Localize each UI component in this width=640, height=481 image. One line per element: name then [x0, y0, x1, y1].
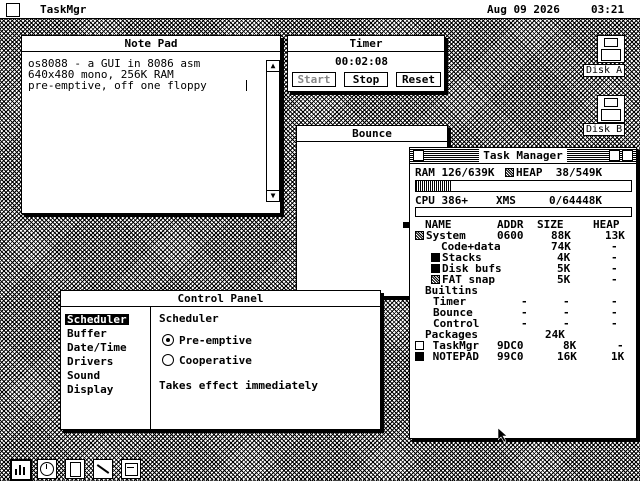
- taskmgr-window: Task Manager RAM 126/639K HEAP 38/549K C…: [409, 147, 637, 439]
- paint-icon[interactable]: [93, 459, 113, 479]
- notepad-icon[interactable]: [65, 459, 85, 479]
- task-heap: 1K: [611, 350, 625, 363]
- taskmgr-title: Task Manager: [479, 149, 567, 162]
- task-addr: 99C0: [497, 350, 524, 363]
- notepad-titlebar[interactable]: Note Pad: [22, 36, 280, 52]
- notepad-window: Note Pad os8088 - a GUI in 8086 asm 640x…: [21, 35, 281, 214]
- radio-preemptive-label[interactable]: Pre-emptive: [179, 335, 252, 346]
- menu-bar: TaskMgr Aug 09 2026 03:21: [0, 0, 640, 19]
- ram-bar-used: [416, 181, 452, 191]
- heap-icon: [505, 168, 514, 177]
- scroll-down-icon[interactable]: ▼: [267, 190, 279, 201]
- heap-usage: HEAP 38/549K: [516, 166, 603, 179]
- timer-elapsed: 00:02:08: [335, 55, 388, 68]
- ram-bar: [415, 180, 632, 192]
- notepad-title: Note Pad: [120, 37, 182, 50]
- bounce-title: Bounce: [348, 127, 396, 140]
- kill-box-icon[interactable]: [415, 341, 424, 350]
- timer-window: Timer 00:02:08 Start Stop Reset: [287, 35, 445, 92]
- disk-a-icon[interactable]: [597, 35, 625, 63]
- sidebar-item-scheduler[interactable]: Scheduler: [65, 314, 129, 325]
- kill-box-icon[interactable]: [415, 352, 424, 361]
- disk-b-icon[interactable]: [597, 95, 625, 123]
- collapse-box-icon[interactable]: [609, 150, 620, 161]
- task-addr: 0600: [497, 229, 524, 242]
- control-icon[interactable]: [121, 459, 141, 479]
- system-menu-icon[interactable]: [6, 3, 20, 17]
- sidebar-item-display[interactable]: Display: [67, 384, 113, 395]
- timer-start-button[interactable]: Start: [292, 72, 336, 87]
- menubar-time: 03:21: [591, 3, 625, 16]
- block-icon: [431, 253, 440, 262]
- task-addr: -: [521, 317, 528, 330]
- control-title: Control Panel: [173, 292, 268, 305]
- timer-title: Timer: [345, 37, 387, 50]
- app-menu[interactable]: TaskMgr: [40, 3, 86, 16]
- taskmgr-titlebar[interactable]: Task Manager: [410, 148, 636, 164]
- sidebar-item-sound[interactable]: Sound: [67, 370, 100, 381]
- mouse-cursor-icon: [498, 428, 508, 442]
- cpu-type: CPU 386+: [415, 194, 468, 207]
- task-heap: -: [611, 273, 618, 286]
- close-box-icon[interactable]: [413, 150, 424, 161]
- ram-usage: RAM 126/639K: [415, 166, 495, 179]
- timer-icon[interactable]: [37, 459, 57, 479]
- control-sidebar: Scheduler Buffer Date/Time Drivers Sound…: [61, 307, 151, 429]
- notepad-scrollbar[interactable]: ▲ ▼: [266, 60, 280, 202]
- scroll-up-icon[interactable]: ▲: [267, 61, 279, 72]
- scheduler-note: Takes effect immediately: [159, 379, 318, 392]
- timer-reset-button[interactable]: Reset: [396, 72, 441, 87]
- xms-usage: XMS 0/64448K: [496, 194, 602, 207]
- radio-cooperative-label[interactable]: Cooperative: [179, 355, 252, 366]
- sidebar-item-buffer[interactable]: Buffer: [67, 328, 107, 339]
- disk-a-label[interactable]: Disk A: [583, 64, 626, 77]
- bounce-titlebar[interactable]: Bounce: [297, 126, 447, 142]
- radio-preemptive[interactable]: [162, 334, 174, 346]
- task-size: 24K: [545, 328, 565, 341]
- control-titlebar[interactable]: Control Panel: [61, 291, 380, 307]
- task-size: 5K: [557, 273, 571, 286]
- zoom-box-icon[interactable]: [622, 150, 633, 161]
- text-cursor: [246, 80, 247, 91]
- task-row[interactable]: NOTEPAD: [415, 351, 479, 362]
- timer-titlebar[interactable]: Timer: [288, 36, 444, 52]
- notepad-line-3: pre-emptive, off one floppy: [28, 79, 207, 92]
- block-icon: [431, 275, 440, 284]
- disk-b-label[interactable]: Disk B: [583, 123, 626, 136]
- task-heap: -: [611, 317, 618, 330]
- panel-heading: Scheduler: [159, 312, 219, 325]
- menubar-date: Aug 09 2026: [487, 3, 560, 16]
- notepad-text-area[interactable]: os8088 - a GUI in 8086 asm 640x480 mono,…: [28, 58, 264, 198]
- xms-bar: [415, 207, 632, 217]
- control-panel-window: Control Panel Scheduler Buffer Date/Time…: [60, 290, 381, 430]
- sidebar-item-drivers[interactable]: Drivers: [67, 356, 113, 367]
- timer-stop-button[interactable]: Stop: [344, 72, 388, 87]
- taskmgr-icon[interactable]: [10, 459, 32, 481]
- radio-cooperative[interactable]: [162, 354, 174, 366]
- sidebar-item-datetime[interactable]: Date/Time: [67, 342, 127, 353]
- task-size: 16K: [557, 350, 577, 363]
- collapse-icon[interactable]: [415, 231, 424, 240]
- block-icon: [431, 264, 440, 273]
